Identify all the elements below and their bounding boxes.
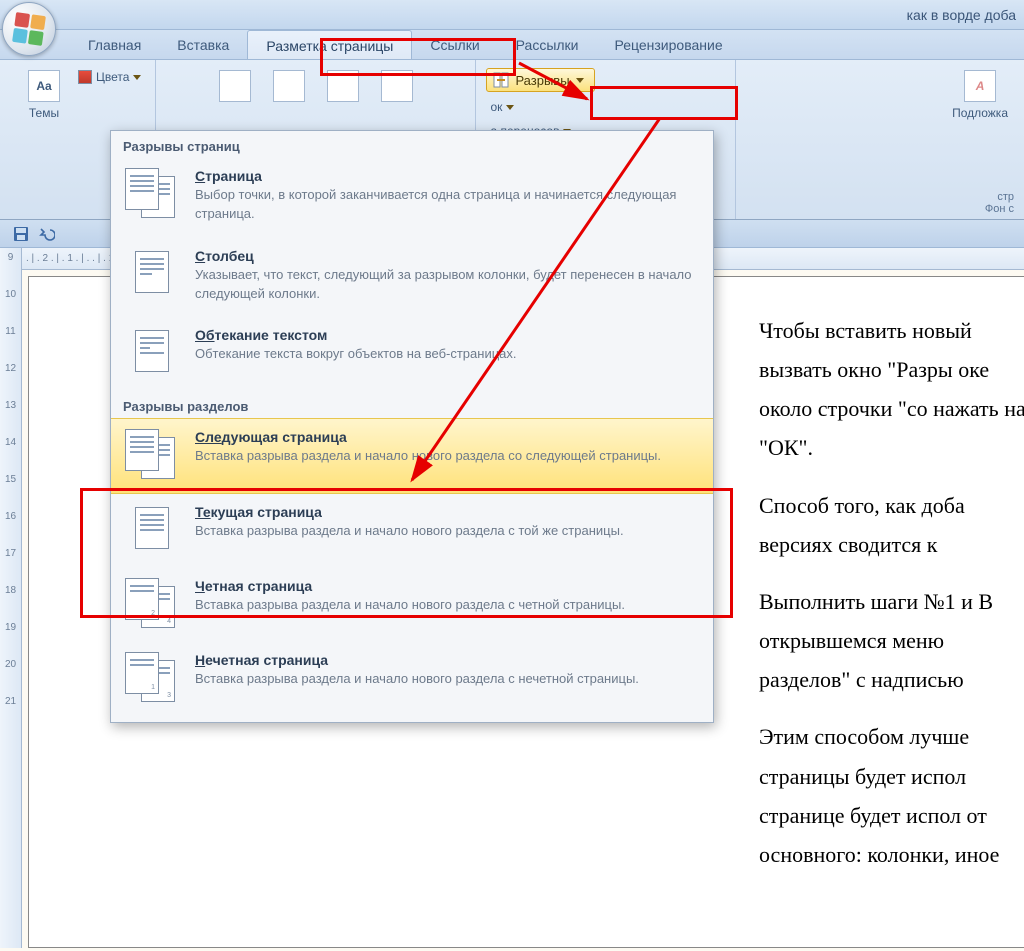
dd-item-page[interactable]: Страница Выбор точки, в которой заканчив…: [111, 158, 713, 238]
margins-icon: [219, 70, 251, 102]
line-numbers-fragment[interactable]: ок: [486, 98, 594, 116]
page-break-item-icon: [125, 168, 181, 218]
chevron-down-icon: [506, 105, 514, 110]
group-page-background: A Подложка стр Фон с: [936, 60, 1024, 219]
dd-item-continuous[interactable]: Текущая страница Вставка разрыва раздела…: [111, 494, 713, 568]
dd-item-odd-page[interactable]: 3 1 Нечетная страница Вставка разрыва ра…: [111, 642, 713, 716]
tab-page-layout[interactable]: Разметка страницы: [247, 30, 412, 59]
group-themes-label: [82, 203, 85, 215]
office-logo-icon: [12, 12, 46, 46]
tab-references[interactable]: Ссылки: [412, 30, 497, 59]
column-break-item-icon: [125, 248, 181, 298]
tab-home[interactable]: Главная: [70, 30, 159, 59]
dd-item-even-page[interactable]: 4 2 Четная страница Вставка разрыва разд…: [111, 568, 713, 642]
watermark-icon: A: [964, 70, 996, 102]
next-page-item-icon: [125, 429, 181, 479]
even-page-item-icon: 4 2: [125, 578, 181, 628]
themes-label: Темы: [29, 106, 59, 120]
themes-button[interactable]: Темы: [22, 66, 66, 124]
columns-icon: [381, 70, 413, 102]
dd-item-continuous-desc: Вставка разрыва раздела и начало нового …: [195, 522, 699, 541]
tab-mailings[interactable]: Рассылки: [498, 30, 597, 59]
dd-item-even-page-title: Четная страница: [195, 578, 699, 594]
title-bar: как в ворде доба: [0, 0, 1024, 30]
bg-frag-2: Фон с: [985, 203, 1014, 215]
dd-item-textwrap[interactable]: Обтекание текстом Обтекание текста вокру…: [111, 317, 713, 391]
office-button[interactable]: [2, 2, 56, 56]
columns-button[interactable]: [375, 66, 419, 106]
window-title: как в ворде доба: [907, 7, 1016, 23]
doc-para-1: Чтобы вставить новый вызвать окно "Разры…: [759, 311, 1024, 468]
doc-para-4: Этим способом лучше страницы будет испол…: [759, 717, 1024, 874]
continuous-item-icon: [125, 504, 181, 554]
dd-header-section-breaks: Разрывы разделов: [111, 391, 713, 418]
save-button[interactable]: [12, 225, 30, 243]
colors-label: Цвета: [96, 70, 129, 84]
watermark-button[interactable]: A Подложка: [946, 66, 1014, 124]
page-break-icon: [493, 72, 509, 88]
margins-button[interactable]: [213, 66, 257, 106]
undo-button[interactable]: [38, 225, 56, 243]
size-button[interactable]: [321, 66, 365, 106]
textwrap-item-icon: [125, 327, 181, 377]
themes-icon: [28, 70, 60, 102]
dd-item-odd-page-title: Нечетная страница: [195, 652, 699, 668]
colors-icon: [78, 70, 92, 84]
doc-para-2: Способ того, как доба версиях сводится к: [759, 486, 1024, 564]
ribbon-tabs: Главная Вставка Разметка страницы Ссылки…: [0, 30, 1024, 60]
ruler-vertical: 9 10 11 12 13 14 15 16 17 18 19 20 21: [0, 248, 22, 948]
theme-colors-button[interactable]: Цвета: [74, 68, 145, 86]
dd-item-continuous-title: Текущая страница: [195, 504, 699, 520]
watermark-label: Подложка: [952, 106, 1008, 120]
doc-para-3: Выполнить шаги №1 и В открывшемся меню р…: [759, 582, 1024, 699]
orientation-button[interactable]: [267, 66, 311, 106]
odd-page-item-icon: 3 1: [125, 652, 181, 702]
dd-item-column[interactable]: Столбец Указывает, что текст, следующий …: [111, 238, 713, 318]
chevron-down-icon: [133, 75, 141, 80]
dd-item-next-page-title: Следующая страница: [195, 429, 699, 445]
breaks-dropdown: Разрывы страниц Страница Выбор точки, в …: [110, 130, 714, 723]
tab-insert[interactable]: Вставка: [159, 30, 247, 59]
breaks-label: Разрывы: [515, 73, 569, 88]
dd-item-page-title: Страница: [195, 168, 699, 184]
dd-item-even-page-desc: Вставка разрыва раздела и начало нового …: [195, 596, 699, 615]
dd-item-textwrap-desc: Обтекание текста вокруг объектов на веб-…: [195, 345, 699, 364]
chevron-down-icon: [576, 78, 584, 83]
dd-item-next-page[interactable]: Следующая страница Вставка разрыва разде…: [111, 418, 713, 494]
dd-header-page-breaks: Разрывы страниц: [111, 131, 713, 158]
orientation-icon: [273, 70, 305, 102]
dd-item-column-desc: Указывает, что текст, следующий за разры…: [195, 266, 699, 304]
tab-review[interactable]: Рецензирование: [597, 30, 741, 59]
dd-item-page-desc: Выбор точки, в которой заканчивается одн…: [195, 186, 699, 224]
dd-item-textwrap-title: Обтекание текстом: [195, 327, 699, 343]
bg-frag-1: стр: [985, 191, 1014, 203]
dd-item-odd-page-desc: Вставка разрыва раздела и начало нового …: [195, 670, 699, 689]
breaks-button[interactable]: Разрывы: [486, 68, 594, 92]
size-icon: [327, 70, 359, 102]
dd-item-column-title: Столбец: [195, 248, 699, 264]
dd-item-next-page-desc: Вставка разрыва раздела и начало нового …: [195, 447, 699, 466]
